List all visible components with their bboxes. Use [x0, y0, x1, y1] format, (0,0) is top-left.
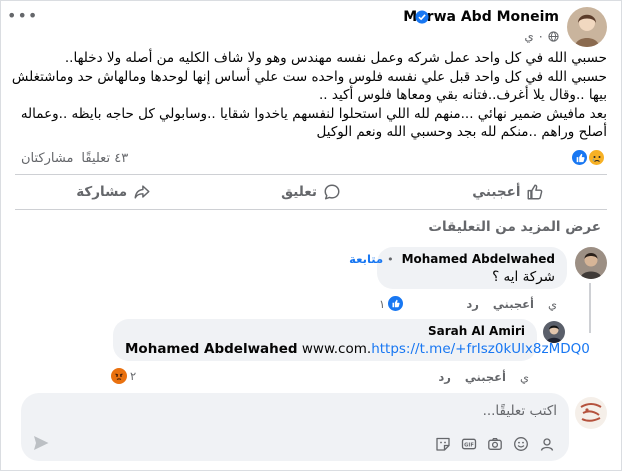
comment-input[interactable]	[57, 403, 557, 419]
svg-text:GIF: GIF	[464, 442, 474, 448]
commenter-name[interactable]: Sarah Al Amiri	[125, 324, 525, 338]
post-line: بعد مافيش ضمير نهائي ...منهم لله اللي اس…	[20, 105, 607, 141]
comment-reaction-count: ١	[379, 296, 386, 311]
comment-bubble: Mohamed Abdelwahed • متابعة شركة ايه ؟	[349, 247, 567, 289]
comment-link[interactable]: https://t.me/+frIsz0kUlx8zMDQ0	[371, 341, 590, 357]
post-actions: أعجبني تعليق مشاركة	[15, 177, 607, 207]
post-counts: ٤٣ تعليقًا مشاركتان	[21, 151, 128, 166]
emoji-icon[interactable]	[512, 435, 529, 452]
view-more-comments-link[interactable]: عرض المزيد من التعليقات	[428, 219, 601, 235]
follow-button[interactable]: متابعة	[349, 252, 383, 266]
thread-line	[589, 283, 591, 333]
comments-count[interactable]: ٤٣ تعليقًا	[81, 151, 128, 166]
comment-like-button[interactable]: أعجبني	[493, 297, 534, 311]
comment-icon	[324, 184, 340, 200]
post-text: حسبي الله في كل واحد عمل شركه وعمل نفسه …	[11, 49, 607, 142]
composer-tools: GIF	[434, 435, 555, 452]
comment-reactions[interactable]: ٢	[111, 368, 136, 384]
sticker-icon[interactable]	[434, 435, 451, 452]
share-icon	[134, 185, 150, 199]
comment-bubble: Sarah Al Amiri Mohamed Abdelwahed www.co…	[113, 319, 590, 361]
avatar-sticker-icon[interactable]	[538, 435, 555, 452]
comment-text: Mohamed Abdelwahed www.com.https://t.me/…	[125, 341, 590, 357]
post-line: حسبي الله في كل واحد قبل علي نفسه فلوس و…	[11, 68, 607, 104]
shares-count[interactable]: مشاركتان	[21, 151, 73, 166]
comment-time[interactable]: ي	[520, 370, 529, 384]
divider	[15, 209, 607, 210]
post-card: ••• Marwa Abd Moneim ٠ ي حسبي الله في كل…	[0, 0, 622, 471]
verified-badge-icon	[415, 10, 429, 24]
comment-time[interactable]: ي	[548, 297, 557, 311]
globe-icon	[548, 30, 559, 42]
author-avatar[interactable]	[567, 7, 607, 47]
comment-label: تعليق	[281, 184, 317, 200]
post-meta: ٠ ي	[524, 29, 559, 43]
like-icon	[388, 296, 404, 311]
commenter-avatar[interactable]	[543, 321, 565, 343]
divider	[15, 174, 607, 175]
more-options-icon[interactable]: •••	[7, 8, 37, 27]
thumbs-up-icon	[527, 184, 543, 200]
gif-icon[interactable]: GIF	[460, 435, 477, 452]
comment-actions: ي أعجبني رد	[466, 297, 557, 311]
send-icon[interactable]	[31, 433, 51, 453]
comment-button[interactable]: تعليق	[212, 177, 409, 207]
share-label: مشاركة	[76, 184, 128, 200]
mentioned-user[interactable]: Mohamed Abdelwahed	[125, 341, 298, 357]
comment-reply-button[interactable]: رد	[466, 297, 479, 311]
sad-icon	[588, 149, 605, 166]
camera-icon[interactable]	[486, 435, 503, 452]
comment-reply-button[interactable]: رد	[438, 370, 451, 384]
post-time[interactable]: ٠ ي	[524, 29, 544, 43]
comment-text: شركة ايه ؟	[492, 269, 555, 285]
commenter-name[interactable]: Mohamed Abdelwahed	[402, 252, 555, 266]
current-user-avatar[interactable]	[575, 397, 607, 429]
comment-composer: GIF	[21, 393, 569, 461]
comment-actions: ي أعجبني رد	[438, 370, 529, 384]
like-button[interactable]: أعجبني	[410, 177, 607, 207]
angry-icon	[111, 368, 127, 384]
post-line: حسبي الله في كل واحد عمل شركه وعمل نفسه …	[64, 50, 607, 66]
comment-reaction-count: ٢	[130, 369, 137, 383]
share-button[interactable]: مشاركة	[15, 177, 212, 207]
reaction-summary[interactable]	[571, 149, 605, 166]
comment-like-button[interactable]: أعجبني	[465, 370, 506, 384]
like-icon	[571, 149, 588, 166]
comment-reactions[interactable]: ١	[379, 296, 404, 311]
like-label: أعجبني	[472, 184, 521, 200]
comment-plain-text: www.com.	[297, 341, 372, 357]
commenter-avatar[interactable]	[575, 247, 607, 279]
